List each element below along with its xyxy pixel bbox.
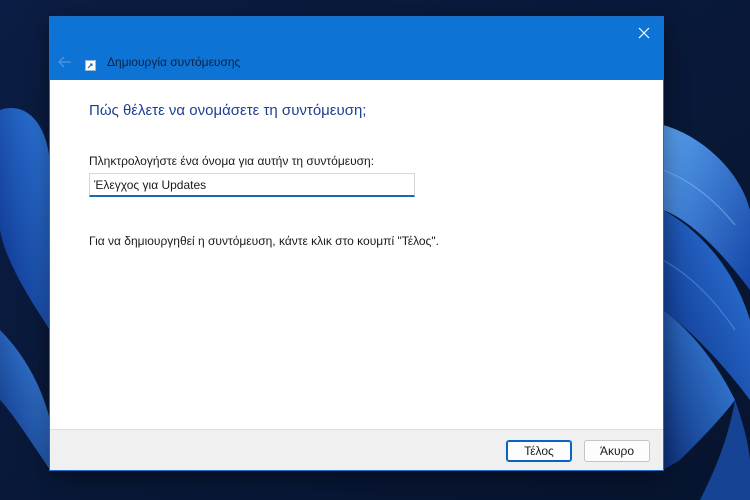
- wizard-footer: Τέλος Άκυρο: [50, 429, 663, 470]
- window-title: Δημιουργία συντόμευσης: [107, 55, 241, 69]
- close-icon: [638, 27, 650, 39]
- shortcut-icon: [85, 56, 96, 71]
- shortcut-name-input[interactable]: [89, 173, 415, 197]
- name-field-label: Πληκτρολογήστε ένα όνομα για αυτήν τη συ…: [89, 154, 375, 168]
- title-row: Δημιουργία συντόμευσης: [50, 51, 663, 73]
- title-bar: Δημιουργία συντόμευσης: [50, 17, 663, 80]
- cancel-button[interactable]: Άκυρο: [584, 440, 650, 462]
- close-button[interactable]: [633, 23, 655, 43]
- page-heading: Πώς θέλετε να ονομάσετε τη συντόμευση;: [89, 102, 367, 119]
- finish-instruction: Για να δημιουργηθεί η συντόμευση, κάντε …: [89, 234, 439, 248]
- wizard-content: Πώς θέλετε να ονομάσετε τη συντόμευση; Π…: [50, 80, 663, 429]
- back-button[interactable]: [56, 53, 74, 71]
- arrow-left-icon: [58, 56, 71, 68]
- create-shortcut-window: Δημιουργία συντόμευσης Πώς θέλετε να ονο…: [50, 17, 663, 470]
- finish-button[interactable]: Τέλος: [506, 440, 572, 462]
